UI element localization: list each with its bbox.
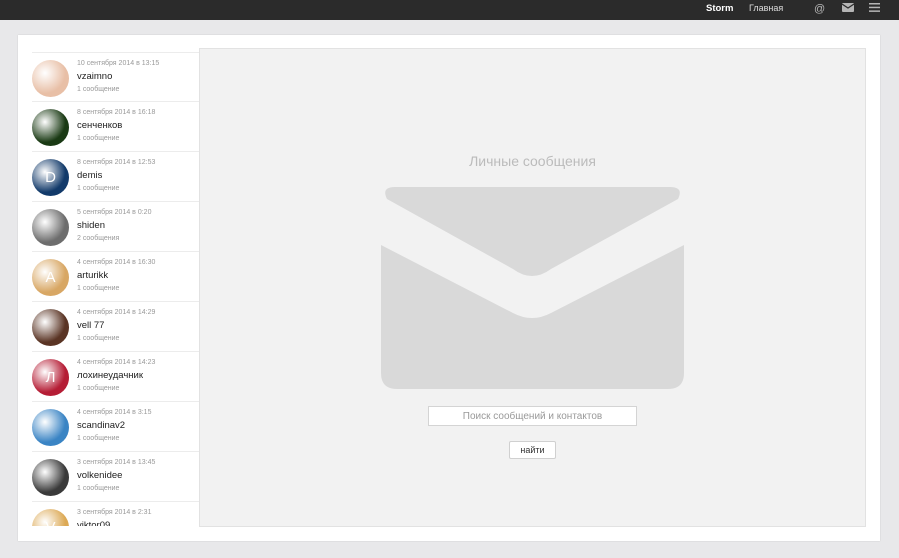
avatar[interactable]: Л	[32, 359, 69, 396]
dialog-item[interactable]: 4 сентября 2014 в 3:15 scandinav2 1 сообще…	[32, 402, 199, 452]
dialog-message-count: 1 сообщение	[77, 285, 120, 292]
envelope-icon	[381, 187, 684, 389]
dialog-item[interactable]: Л 4 сентября 2014 в 14:23 лохинеудачник 1 с…	[32, 352, 199, 402]
dialog-message-count: 1 сообщение	[77, 86, 120, 93]
dialog-date: 10 сентября 2014 в 13:15	[77, 60, 160, 67]
dialog-date: 3 сентября 2014 в 13:45	[77, 459, 156, 466]
dialog-message-count: 1 сообщение	[77, 485, 120, 492]
dialog-date: 4 сентября 2014 в 14:23	[77, 359, 156, 366]
messages-panel: 10 сентября 2014 в 13:15 vzaimno 1 сообщен…	[18, 35, 880, 541]
find-button[interactable]: найти	[509, 441, 556, 459]
top-bar: Storm Главная @	[0, 0, 899, 20]
dialog-message-count: 1 сообщение	[77, 385, 120, 392]
menu-icon[interactable]	[869, 2, 880, 16]
dialog-username[interactable]: vzaimno	[77, 71, 112, 82]
page-title: Личные сообщения	[469, 153, 596, 169]
avatar[interactable]	[32, 109, 69, 146]
dialog-item[interactable]: 3 сентября 2014 в 13:45 volkenidee 1 сообщ…	[32, 452, 199, 502]
dialog-date: 8 сентября 2014 в 12:53	[77, 159, 156, 166]
dialog-username[interactable]: vell 77	[77, 320, 104, 331]
avatar[interactable]: A	[32, 259, 69, 296]
dialog-list: 10 сентября 2014 в 13:15 vzaimno 1 сообщен…	[32, 52, 199, 526]
dialog-item[interactable]: 4 сентября 2014 в 14:29 vell 77 1 сообщени…	[32, 302, 199, 352]
dialog-date: 5 сентября 2014 в 0:20	[77, 209, 152, 216]
dialog-date: 4 сентября 2014 в 16:30	[77, 259, 156, 266]
dialog-item[interactable]: 10 сентября 2014 в 13:15 vzaimno 1 сообщен…	[32, 52, 199, 102]
dialog-date: 3 сентября 2014 в 2:31	[77, 509, 152, 516]
dialog-message-count: 1 сообщение	[77, 185, 120, 192]
avatar[interactable]: D	[32, 159, 69, 196]
search-input[interactable]	[428, 406, 637, 426]
dialog-message-count: 1 сообщение	[77, 135, 120, 142]
dialog-message-count: 1 сообщение	[77, 435, 120, 442]
dialog-date: 4 сентября 2014 в 3:15	[77, 409, 152, 416]
mail-icon[interactable]	[841, 2, 855, 16]
dialog-date: 4 сентября 2014 в 14:29	[77, 309, 156, 316]
dialog-message-count: 1 сообщение	[77, 335, 120, 342]
home-link[interactable]: Главная	[749, 3, 783, 13]
avatar[interactable]	[32, 309, 69, 346]
dialog-username[interactable]: demis	[77, 170, 102, 181]
avatar[interactable]	[32, 60, 69, 97]
at-icon[interactable]: @	[814, 2, 825, 16]
dialog-username[interactable]: лохинеудачник	[77, 370, 143, 381]
messages-area: Личные сообщения найти	[199, 48, 866, 527]
avatar[interactable]	[32, 409, 69, 446]
dialog-item[interactable]: A 4 сентября 2014 в 16:30 arturikk 1 сообще…	[32, 252, 199, 302]
avatar[interactable]: V	[32, 509, 69, 526]
dialog-date: 8 сентября 2014 в 16:18	[77, 109, 156, 116]
dialog-item[interactable]: D 8 сентября 2014 в 12:53 demis 1 сообщение	[32, 152, 199, 202]
dialog-message-count: 2 сообщения	[77, 235, 120, 242]
dialog-username[interactable]: scandinav2	[77, 420, 125, 431]
dialog-username[interactable]: viktor09	[77, 520, 110, 526]
dialog-item[interactable]: 8 сентября 2014 в 16:18 сенченков 1 сообще…	[32, 102, 199, 152]
dialog-item[interactable]: V 3 сентября 2014 в 2:31 viktor09	[32, 502, 199, 526]
dialog-item[interactable]: 5 сентября 2014 в 0:20 shiden 2 сообщения	[32, 202, 199, 252]
dialog-username[interactable]: volkenidee	[77, 470, 122, 481]
avatar[interactable]	[32, 459, 69, 496]
username-link[interactable]: Storm	[706, 3, 733, 14]
dialog-username[interactable]: сенченков	[77, 120, 122, 131]
avatar[interactable]	[32, 209, 69, 246]
dialog-username[interactable]: arturikk	[77, 270, 108, 281]
dialog-username[interactable]: shiden	[77, 220, 105, 231]
